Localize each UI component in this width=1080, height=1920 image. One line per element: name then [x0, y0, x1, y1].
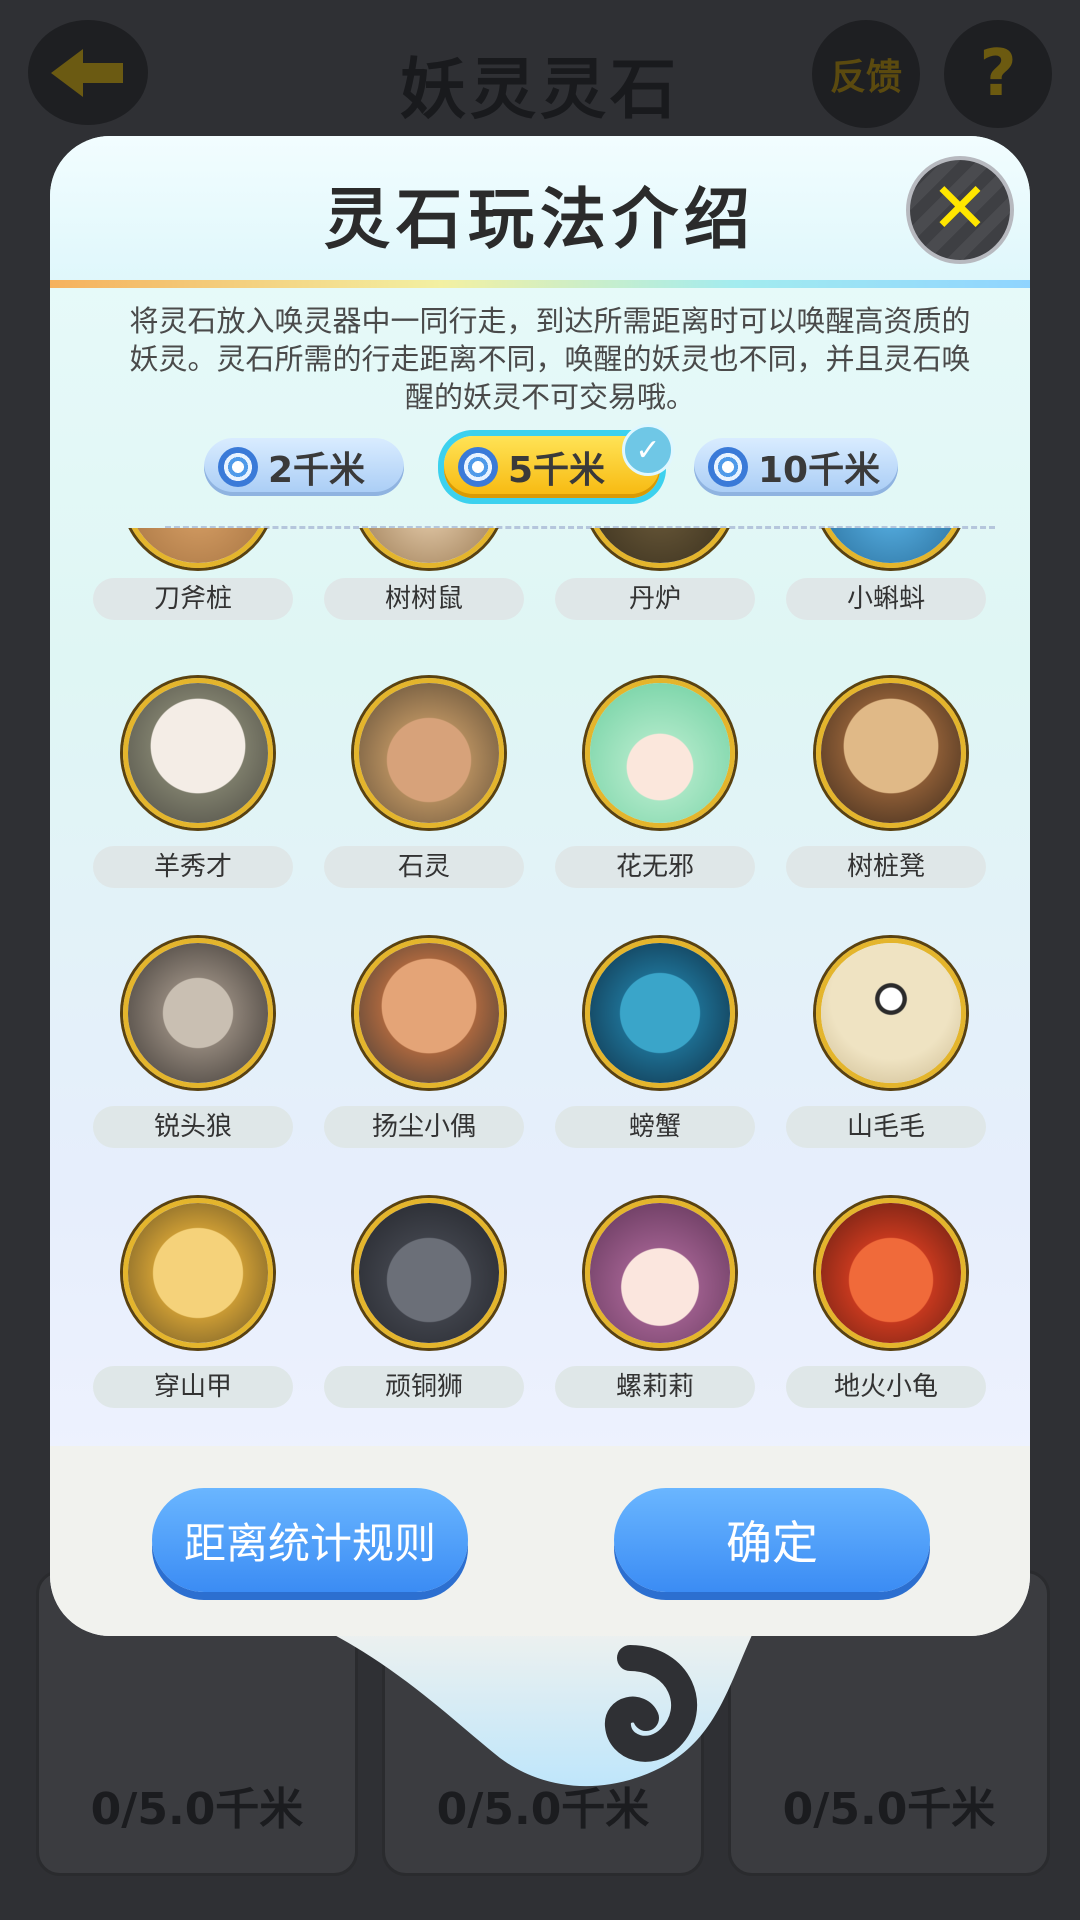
confirm-button[interactable]: 确定 [614, 1488, 930, 1592]
wolf-icon [123, 938, 273, 1088]
fire-turtle-icon [816, 1198, 966, 1348]
close-icon: ✕ [930, 167, 990, 249]
stump-stool-icon [816, 678, 966, 828]
creature-name: 扬尘小偶 [324, 1106, 524, 1148]
creature-cell[interactable]: 顽铜狮 [324, 1198, 524, 1418]
creature-name: 穿山甲 [93, 1366, 293, 1408]
creature-name: 地火小龟 [786, 1366, 986, 1408]
creature-cell[interactable]: 山毛毛 [786, 938, 986, 1158]
feedback-button[interactable]: 反馈 [812, 20, 920, 128]
creature-cell[interactable]: 树桩凳 [786, 678, 986, 898]
creature-name: 顽铜狮 [324, 1366, 524, 1408]
creature-name: 丹炉 [555, 578, 755, 620]
creature-cell[interactable]: 穿山甲 [93, 1198, 293, 1418]
spirit-stone-icon [708, 447, 748, 487]
tab-label: 5千米 [508, 450, 606, 491]
back-arrow-icon [51, 48, 123, 97]
creature-grid[interactable]: 刀斧桩 树树鼠 丹炉 小蝌蚪 羊秀才 石灵 花无邪 树桩凳 锐头狼 扬尘小偶 螃… [50, 528, 1030, 1446]
creature-name: 小蝌蚪 [786, 578, 986, 620]
creature-cell[interactable]: 螃蟹 [555, 938, 755, 1158]
stump-creature-icon [123, 528, 273, 568]
flower-girl-icon [585, 678, 735, 828]
creature-cell[interactable]: 小蝌蚪 [786, 528, 986, 620]
spirit-stone-icon [458, 447, 498, 487]
creature-name: 螃蟹 [555, 1106, 755, 1148]
stone-spirit-icon [354, 678, 504, 828]
tadpole-icon [816, 528, 966, 568]
crab-icon [585, 938, 735, 1088]
tab-label: 10千米 [758, 450, 881, 491]
header-divider [50, 280, 1030, 288]
creature-cell[interactable]: 羊秀才 [93, 678, 293, 898]
background-header: 妖灵灵石 反馈 ? [0, 0, 1080, 150]
creature-cell[interactable]: 螺莉莉 [555, 1198, 755, 1418]
creature-cell[interactable]: 刀斧桩 [93, 528, 293, 620]
creature-cell[interactable]: 地火小龟 [786, 1198, 986, 1418]
bronze-lion-icon [354, 1198, 504, 1348]
tree-mouse-icon [354, 528, 504, 568]
background-progress-3: 0/5.0千米 [782, 1784, 996, 1835]
creature-cell[interactable]: 扬尘小偶 [324, 938, 524, 1158]
creature-name: 锐头狼 [93, 1106, 293, 1148]
background-page-title: 妖灵灵石 [400, 51, 680, 128]
modal-tail-decoration [300, 1618, 760, 1787]
help-button[interactable]: ? [944, 20, 1052, 128]
creature-name: 树桩凳 [786, 846, 986, 888]
close-button[interactable]: ✕ [906, 156, 1014, 264]
tab-label: 2千米 [268, 450, 366, 491]
creature-cell[interactable]: 树树鼠 [324, 528, 524, 620]
creature-name: 山毛毛 [786, 1106, 986, 1148]
modal-title: 灵石玩法介绍 [324, 181, 756, 258]
furnace-icon [585, 528, 735, 568]
creature-name: 刀斧桩 [93, 578, 293, 620]
tab-2km[interactable]: 2千米 [204, 438, 404, 496]
creature-name: 花无邪 [555, 846, 755, 888]
creature-cell[interactable]: 锐头狼 [93, 938, 293, 1158]
creature-name: 螺莉莉 [555, 1366, 755, 1408]
distance-rules-button[interactable]: 距离统计规则 [152, 1488, 468, 1592]
modal-footer: 距离统计规则 确定 [50, 1446, 1030, 1636]
intro-description: 将灵石放入唤灵器中一同行走，到达所需距离时可以唤醒高资质的妖灵。灵石所需的行走距… [129, 304, 971, 414]
furball-icon [816, 938, 966, 1088]
dust-doll-icon [354, 938, 504, 1088]
selected-check-icon: ✓ [622, 424, 674, 476]
creature-cell[interactable]: 石灵 [324, 678, 524, 898]
creature-name: 树树鼠 [324, 578, 524, 620]
intro-modal: 灵石玩法介绍 ✕ 将灵石放入唤灵器中一同行走，到达所需距离时可以唤醒高资质的妖灵… [50, 136, 1030, 1636]
pangolin-icon [123, 1198, 273, 1348]
spirit-stone-icon [218, 447, 258, 487]
creature-cell[interactable]: 花无邪 [555, 678, 755, 898]
creature-name: 羊秀才 [93, 846, 293, 888]
back-button[interactable] [28, 20, 148, 125]
goat-scholar-icon [123, 678, 273, 828]
creature-name: 石灵 [324, 846, 524, 888]
snail-girl-icon [585, 1198, 735, 1348]
tab-10km[interactable]: 10千米 [694, 438, 898, 496]
creature-cell[interactable]: 丹炉 [555, 528, 755, 620]
